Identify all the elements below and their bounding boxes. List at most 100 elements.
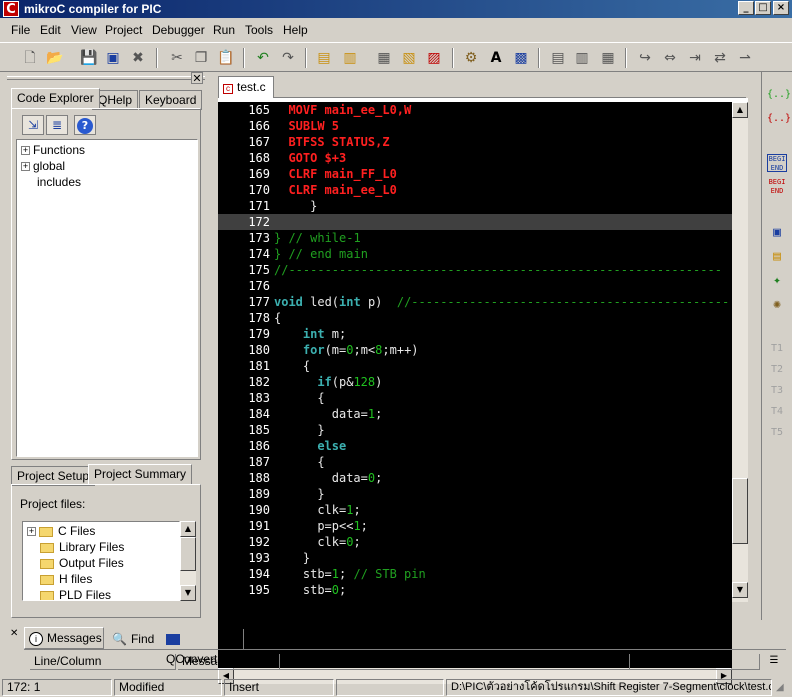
code-line[interactable]: 186 else: [218, 438, 732, 454]
copy-icon[interactable]: ❐: [191, 48, 211, 68]
minimize-button[interactable]: _: [738, 1, 754, 15]
editor-vertical-scrollbar[interactable]: ▲ ▼: [732, 102, 748, 602]
run-to-cursor-icon[interactable]: ⇄: [710, 48, 730, 68]
scroll-up-icon[interactable]: ▲: [180, 521, 196, 537]
menu-debugger[interactable]: Debugger: [152, 23, 205, 37]
template-t2-icon[interactable]: T2: [767, 361, 787, 379]
code-line[interactable]: 187 {: [218, 454, 732, 470]
view-assembly-icon[interactable]: ▥: [572, 48, 592, 68]
code-line[interactable]: 193}: [218, 550, 732, 566]
expand-all-icon[interactable]: ⇲: [22, 115, 44, 135]
tab-messages[interactable]: i Messages: [24, 627, 104, 649]
undo-icon[interactable]: ↶: [253, 48, 273, 68]
file-group-h-files[interactable]: H files: [40, 572, 92, 586]
code-line[interactable]: 178 {: [218, 310, 732, 326]
scroll-thumb[interactable]: [180, 537, 196, 571]
column-unit[interactable]: Unit: [630, 654, 760, 670]
tree-item-includes[interactable]: includes: [37, 175, 81, 189]
settings-icon[interactable]: ✺: [767, 296, 787, 314]
close-panel-icon[interactable]: ✕: [191, 72, 203, 85]
terminal-icon[interactable]: ▣: [767, 224, 787, 242]
file-group-c-files[interactable]: + C Files: [27, 524, 95, 538]
code-line[interactable]: 181 {: [218, 358, 732, 374]
new-file-icon[interactable]: 🗋: [20, 48, 40, 68]
code-line[interactable]: 188 data=0;: [218, 470, 732, 486]
begin-end-block-icon[interactable]: BEGI END: [767, 154, 787, 172]
expand-icon[interactable]: +: [21, 162, 30, 172]
file-group-library-files[interactable]: Library Files: [40, 540, 124, 554]
tab-project-summary[interactable]: Project Summary: [88, 464, 193, 484]
compile-icon[interactable]: ⚙: [461, 48, 481, 68]
template-t5-icon[interactable]: T5: [767, 424, 787, 442]
code-line[interactable]: 170 CLRF main_ee_L0: [218, 182, 732, 198]
expand-icon[interactable]: +: [27, 527, 36, 537]
code-editor[interactable]: 165 MOVF main_ee_L0,W 166 SUBLW 5 167 BTFSS S…: [218, 102, 732, 668]
save-project-icon[interactable]: ▦: [374, 48, 394, 68]
close-panel-icon[interactable]: ✕: [10, 628, 20, 640]
tools-icon[interactable]: ✦: [767, 272, 787, 290]
step-into-icon[interactable]: ↪: [635, 48, 655, 68]
edit-project-icon[interactable]: ▧: [399, 48, 419, 68]
toggle-breakpoint-icon[interactable]: ⇀: [735, 48, 755, 68]
code-line[interactable]: 169 CLRF main_FF_L0: [218, 166, 732, 182]
code-line[interactable]: 177 void led(int p) //-------------------…: [218, 294, 732, 310]
statistics-icon[interactable]: ▩: [511, 48, 531, 68]
programmer-icon[interactable]: ▦: [598, 48, 618, 68]
help-icon[interactable]: ?: [74, 115, 96, 135]
code-line[interactable]: 179 int m;: [218, 326, 732, 342]
tab-qconvertor[interactable]: QConvertor: [162, 629, 244, 666]
menu-edit[interactable]: Edit: [40, 23, 61, 37]
code-line[interactable]: 184 data=1;: [218, 406, 732, 422]
save-icon[interactable]: 💾: [79, 48, 99, 68]
file-group-output-files[interactable]: Output Files: [40, 556, 124, 570]
insert-braces-icon[interactable]: {..}: [767, 86, 791, 104]
code-line[interactable]: 185}: [218, 422, 732, 438]
code-line[interactable]: 194 stb=1; // STB pin: [218, 566, 732, 582]
template-t3-icon[interactable]: T3: [767, 382, 787, 400]
file-group-pld-files[interactable]: PLD Files: [40, 588, 111, 600]
menu-view[interactable]: View: [71, 23, 97, 37]
column-message-text[interactable]: Message Text: [280, 654, 630, 670]
close-project-icon[interactable]: ▨: [424, 48, 444, 68]
code-line[interactable]: 171}: [218, 198, 732, 214]
files-scrollbar[interactable]: ▲ ▼: [180, 521, 196, 601]
tab-code-explorer[interactable]: Code Explorer: [11, 88, 100, 108]
collapse-all-icon[interactable]: ≣: [46, 115, 68, 135]
font-icon[interactable]: A: [486, 48, 506, 68]
code-line[interactable]: 180 for(m=0;m<8;m++): [218, 342, 732, 358]
menu-file[interactable]: File: [11, 23, 30, 37]
cut-icon[interactable]: ✂: [167, 48, 187, 68]
listing-icon[interactable]: ▤: [548, 48, 568, 68]
tree-item-global[interactable]: + global: [21, 159, 65, 173]
menu-project[interactable]: Project: [105, 23, 142, 37]
code-line[interactable]: 175 //-----------------------------------…: [218, 262, 732, 278]
step-out-icon[interactable]: ⇥: [685, 48, 705, 68]
code-line[interactable]: 183 {: [218, 390, 732, 406]
code-line[interactable]: 195 stb=0;: [218, 582, 732, 598]
panel-grip[interactable]: [7, 76, 205, 80]
scroll-down-icon[interactable]: ▼: [180, 585, 196, 601]
code-line[interactable]: 191 p=p<<1;: [218, 518, 732, 534]
begin-end-red-icon[interactable]: BEGI END: [767, 178, 787, 196]
new-project-icon[interactable]: ▤: [314, 48, 334, 68]
insert-braces-red-icon[interactable]: {..}: [767, 110, 791, 128]
redo-icon[interactable]: ↷: [278, 48, 298, 68]
code-line[interactable]: 190 clk=1;: [218, 502, 732, 518]
code-line[interactable]: 166 SUBLW 5: [218, 118, 732, 134]
code-line[interactable]: 168 GOTO $+3: [218, 150, 732, 166]
editor-tab-test-c[interactable]: c test.c: [218, 76, 274, 98]
scroll-down-icon[interactable]: ▼: [732, 582, 748, 598]
close-file-icon[interactable]: ✖: [128, 48, 148, 68]
column-message-no[interactable]: Message No.: [178, 654, 280, 670]
chart-icon[interactable]: ▤: [767, 248, 787, 266]
expand-icon[interactable]: +: [21, 146, 30, 156]
template-t4-icon[interactable]: T4: [767, 403, 787, 421]
column-line-column[interactable]: Line/Column: [30, 654, 176, 670]
scroll-thumb[interactable]: [732, 478, 748, 544]
template-t1-icon[interactable]: T1: [767, 340, 787, 358]
tab-project-setup[interactable]: Project Setup: [11, 466, 96, 486]
code-line[interactable]: 172: [218, 214, 732, 230]
save-all-icon[interactable]: ▣: [103, 48, 123, 68]
close-button[interactable]: ×: [773, 1, 789, 15]
maximize-button[interactable]: □: [755, 1, 771, 15]
